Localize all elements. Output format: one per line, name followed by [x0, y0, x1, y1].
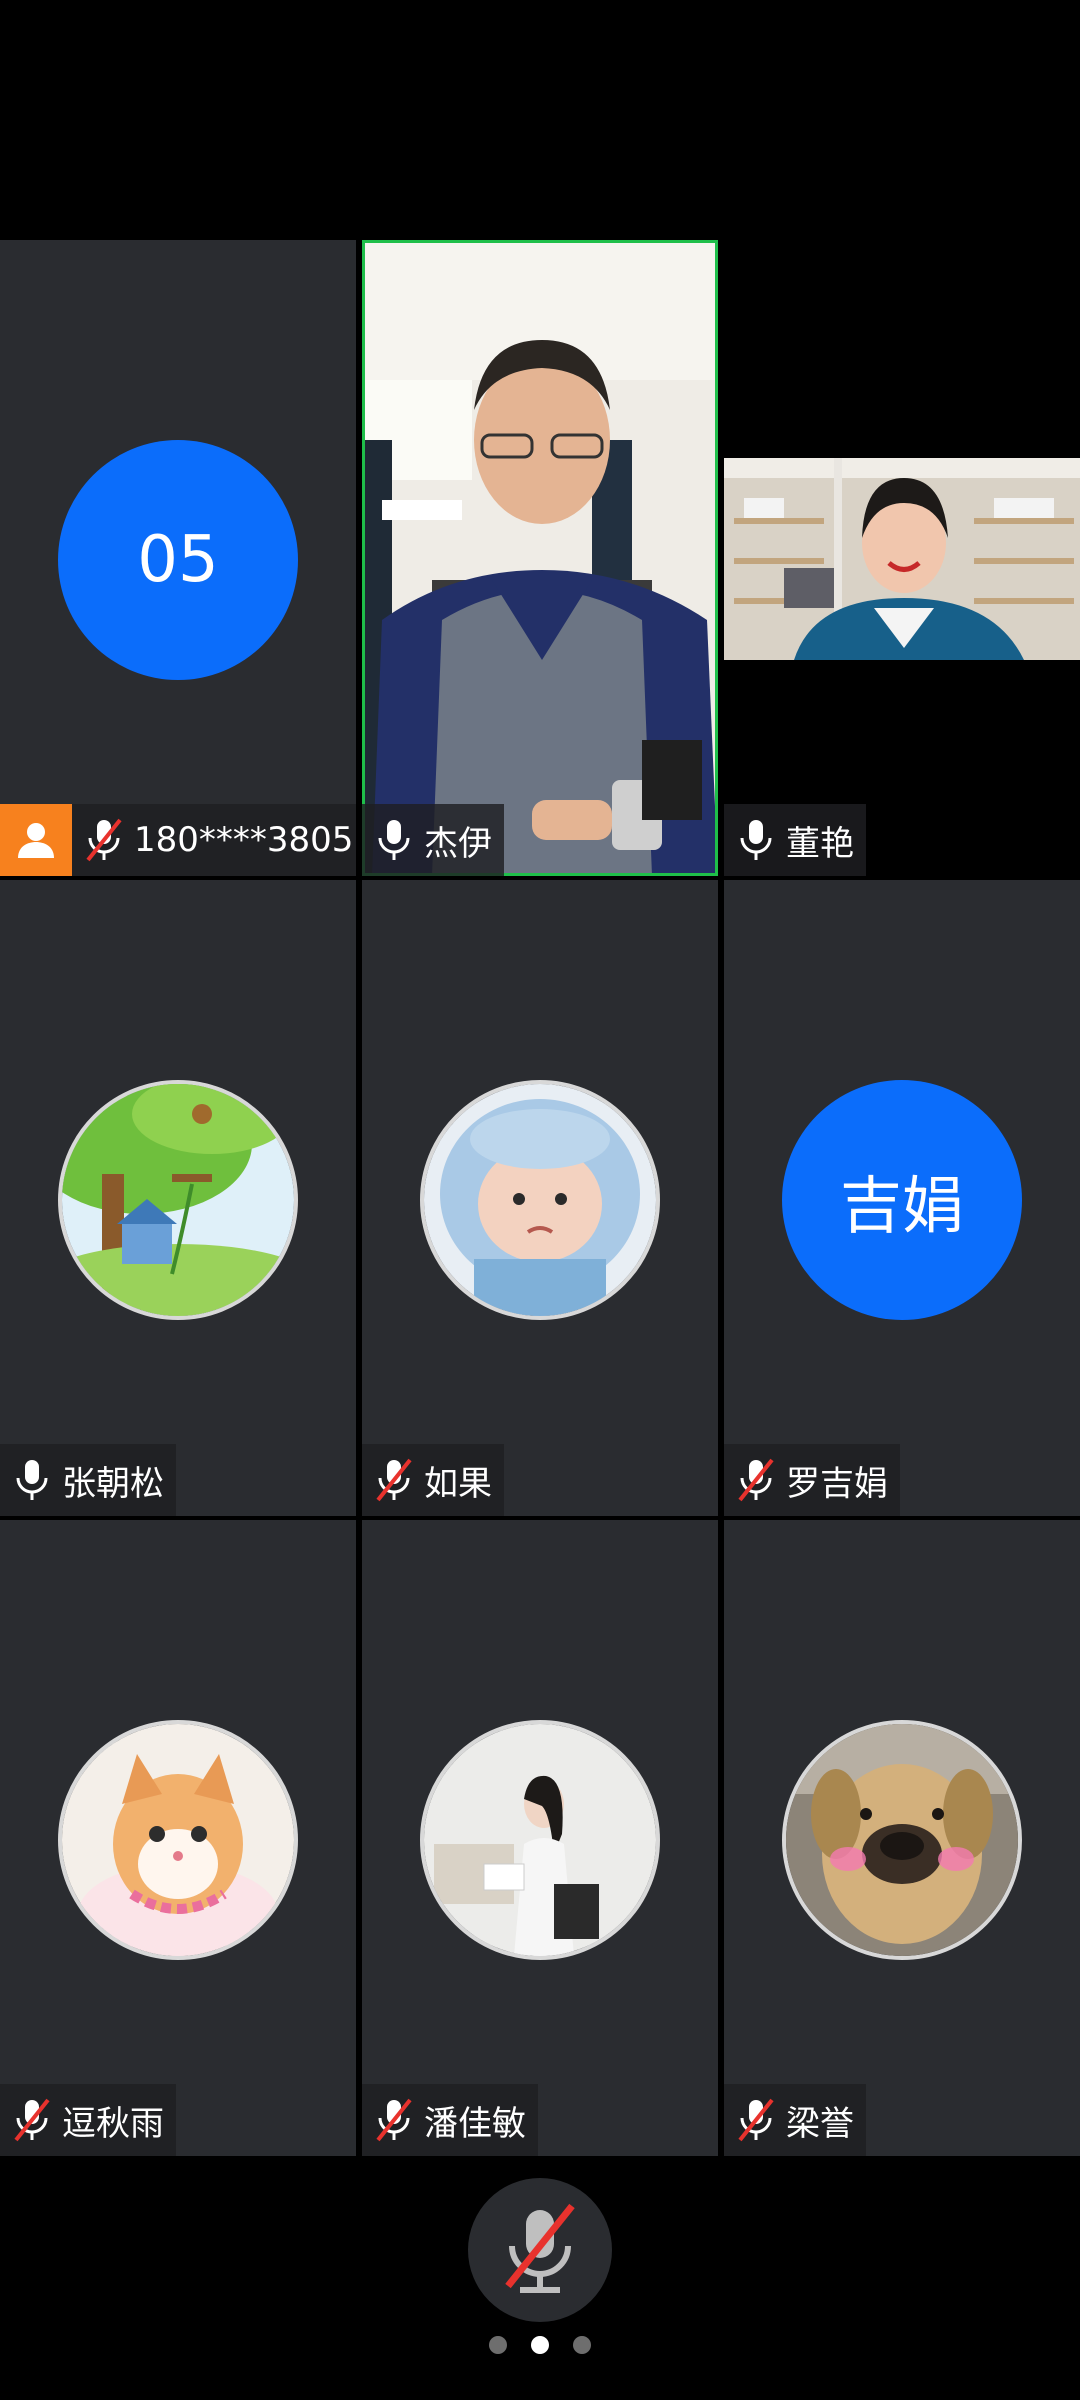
mute-toggle-button[interactable] [468, 2178, 612, 2322]
page-dot-1[interactable] [489, 2336, 507, 2354]
mic-icon [378, 820, 410, 860]
participant-tile[interactable]: 董艳 [724, 240, 1080, 876]
dog-avatar-icon [782, 1720, 1022, 1960]
participant-name: 逗秋雨 [62, 2103, 164, 2144]
participant-name: 董艳 [786, 823, 854, 864]
mic-muted-icon [376, 1458, 412, 1502]
participant-label: 潘佳敏 [362, 2084, 538, 2156]
participant-tile-active-speaker[interactable]: 杰伊 [362, 240, 718, 876]
participant-tile[interactable]: 如果 [362, 880, 718, 1516]
mic-muted-icon [14, 2098, 50, 2142]
video-feed-woman [724, 458, 1080, 660]
participant-name: 罗吉娟 [786, 1463, 888, 1504]
mic-muted-icon [738, 2098, 774, 2142]
participant-tile[interactable]: 潘佳敏 [362, 1520, 718, 2156]
mic-muted-icon [86, 818, 122, 862]
meeting-screen: 05 180****3805 杰伊 董艳 张朝松 如果 吉娟 罗吉娟 逗秋雨 潘… [0, 0, 1080, 2400]
avatar-initials: 05 [137, 523, 219, 597]
page-dot-2-current[interactable] [531, 2336, 549, 2354]
mic-muted-icon [376, 2098, 412, 2142]
participant-tile[interactable]: 05 180****3805 [0, 240, 356, 876]
participant-label: 张朝松 [0, 1444, 176, 1516]
participant-name: 潘佳敏 [424, 2103, 526, 2144]
participant-label: 如果 [362, 1444, 504, 1516]
participant-name: 梁誉 [786, 2103, 854, 2144]
mic-icon [16, 1460, 48, 1500]
participant-label: 180****3805 [72, 804, 356, 876]
page-dot-3[interactable] [573, 2336, 591, 2354]
participant-name: 180****3805 [134, 820, 354, 860]
participant-tile[interactable]: 张朝松 [0, 880, 356, 1516]
mic-muted-icon [738, 1458, 774, 1502]
page-indicator [0, 2336, 1080, 2354]
participant-label: 逗秋雨 [0, 2084, 176, 2156]
video-feed-man [362, 240, 718, 876]
mic-muted-icon [505, 2203, 575, 2293]
kitten-avatar-icon [58, 1720, 298, 1960]
avatar-initials: 吉娟 [839, 1169, 964, 1242]
participant-label: 罗吉娟 [724, 1444, 900, 1516]
participant-name: 杰伊 [424, 823, 492, 864]
initials-avatar: 05 [58, 440, 298, 680]
participant-tile[interactable]: 逗秋雨 [0, 1520, 356, 2156]
initials-avatar: 吉娟 [782, 1080, 1022, 1320]
participant-label: 杰伊 [362, 804, 504, 876]
host-badge-icon [0, 804, 72, 876]
baby-avatar-icon [420, 1080, 660, 1320]
mic-icon [740, 820, 772, 860]
cartoon-treehouse-avatar-icon [58, 1080, 298, 1320]
woman-photo-avatar-icon [420, 1720, 660, 1960]
participant-tile[interactable]: 吉娟 罗吉娟 [724, 880, 1080, 1516]
participant-name: 如果 [424, 1463, 492, 1504]
participant-label: 董艳 [724, 804, 866, 876]
participant-name: 张朝松 [62, 1463, 164, 1504]
participant-tile[interactable]: 梁誉 [724, 1520, 1080, 2156]
participant-label: 梁誉 [724, 2084, 866, 2156]
